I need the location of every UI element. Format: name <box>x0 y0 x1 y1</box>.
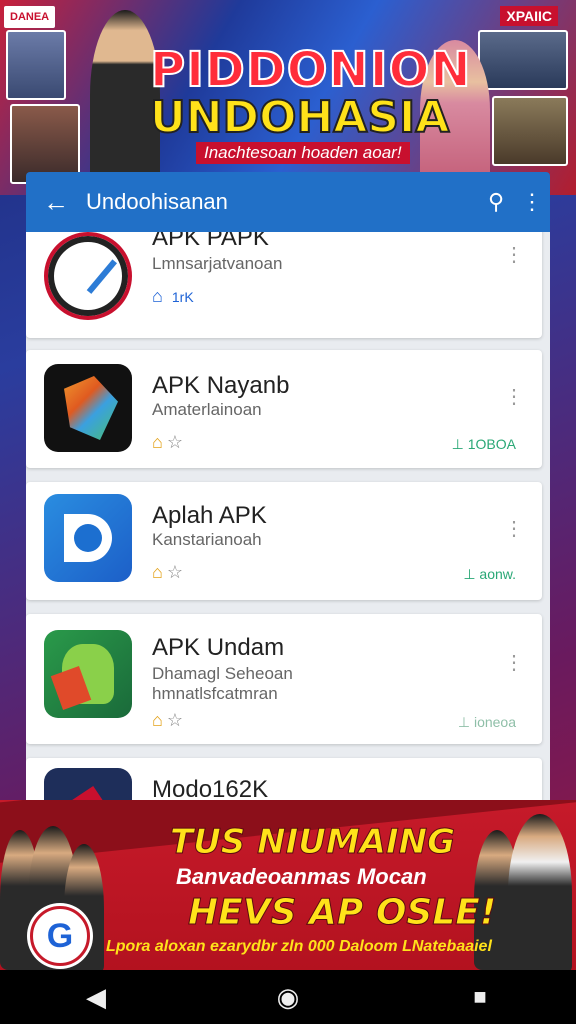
app-name: APK Undam <box>152 634 285 661</box>
nav-back-icon[interactable]: ◀ <box>66 982 126 1013</box>
app-icon-colorful <box>44 364 132 452</box>
promo-call-to-action: HEVS AP OSLE! <box>187 892 497 934</box>
app-rating: ⌂ 1rK <box>152 286 194 307</box>
navigation-bar: ◀ ◉ ■ <box>0 970 576 1024</box>
top-banner[interactable]: DANEA XPAIIC PIDDONION UNDOHASIA Inachte… <box>0 0 576 195</box>
app-description: Lmnsarjatvanoan <box>152 254 283 273</box>
app-description: Amaterlainoan <box>152 400 262 419</box>
promo-headline: TUS NIUMAING <box>170 822 456 863</box>
search-icon[interactable]: ⚲ <box>478 189 514 215</box>
item-menu-icon[interactable]: ⋮ <box>504 242 524 267</box>
nav-recents-icon[interactable]: ■ <box>450 984 510 1010</box>
g-logo-icon[interactable]: G <box>30 906 90 966</box>
banner-subtitle: Inachtesoan hoaden aoar! <box>196 142 410 164</box>
app-bar-title: Undoohisanan <box>86 189 228 214</box>
app-name: APK Nayanb <box>152 372 290 399</box>
banner-title-line1: PIDDONION <box>149 41 472 99</box>
back-arrow-icon[interactable]: ← <box>26 187 86 218</box>
banner-photo-right-2 <box>492 96 568 166</box>
app-rating: ⌂ ☆ <box>152 432 184 452</box>
app-rating: ⌂ ☆ <box>152 562 184 582</box>
app-name: APK PAPK <box>152 232 269 251</box>
download-count: ⊥ 1OBOA <box>451 436 516 452</box>
promo-banner[interactable]: G TUS NIUMAING Banvadeoanmas Mocan HEVS … <box>0 800 576 970</box>
banner-photo-left <box>6 30 66 100</box>
speedometer-icon <box>44 232 132 320</box>
app-rating-text: 1rK <box>171 289 194 305</box>
banner-badge: XPAIIC <box>500 6 558 26</box>
promo-person-right-2 <box>508 814 572 970</box>
star-icon: ☆ <box>166 432 184 452</box>
app-description: Dhamagl Seheoan <box>152 664 293 683</box>
item-menu-icon[interactable]: ⋮ <box>504 384 524 409</box>
nav-home-icon[interactable]: ◉ <box>258 982 318 1013</box>
star-icon: ☆ <box>166 710 184 730</box>
list-item[interactable]: APK Nayanb Amaterlainoan ⌂ ☆ ⊥ 1OBOA ⋮ <box>26 350 542 468</box>
download-count: ⊥ ioneoa <box>457 714 516 730</box>
list-item[interactable]: APK Undam Dhamagl Seheoan hmnatlsfcatmra… <box>26 614 542 744</box>
overflow-menu-icon[interactable]: ⋮ <box>514 189 550 215</box>
home-icon: ⌂ <box>152 286 163 306</box>
app-bar: ← Undoohisanan ⚲ ⋮ <box>26 172 550 232</box>
promo-subheadline: Banvadeoanmas Mocan <box>176 864 427 889</box>
download-count: ⊥ aonw. <box>463 566 516 582</box>
list-item[interactable]: APK PAPK Lmnsarjatvanoan ⌂ 1rK ⋮ <box>26 232 542 338</box>
banner-title-line2: UNDOHASIA <box>149 91 450 144</box>
app-name: Aplah APK <box>152 502 267 529</box>
promo-footnote: Lpora aloxan ezarydbr zln 000 Daloom LNa… <box>106 938 492 955</box>
app-description: Kanstarianoah <box>152 530 262 549</box>
app-list[interactable]: APK PAPK Lmnsarjatvanoan ⌂ 1rK ⋮ APK Nay… <box>26 232 550 812</box>
star-icon: ☆ <box>166 562 184 582</box>
app-description-2: hmnatlsfcatmran <box>152 684 278 703</box>
app-rating: ⌂ ☆ <box>152 710 184 730</box>
banner-logo: DANEA <box>4 6 56 28</box>
item-menu-icon[interactable]: ⋮ <box>504 516 524 541</box>
list-item[interactable]: Aplah APK Kanstarianoah ⌂ ☆ ⊥ aonw. ⋮ <box>26 482 542 600</box>
item-menu-icon[interactable]: ⋮ <box>504 650 524 675</box>
banner-photo-right <box>478 30 568 90</box>
app-icon-blue-d <box>44 494 132 582</box>
app-icon-mascot <box>44 630 132 718</box>
